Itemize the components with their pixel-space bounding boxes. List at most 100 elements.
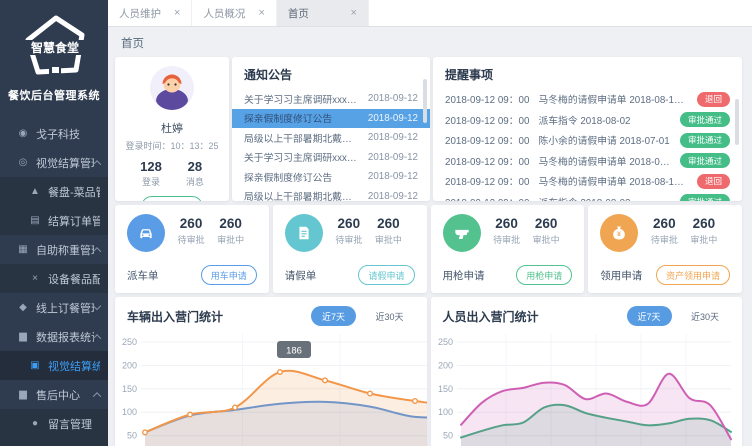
sidebar-item-label: 餐盘-菜品管理 <box>48 184 100 200</box>
leave-doc-icon <box>285 214 323 252</box>
pending-value: 260 <box>335 216 362 231</box>
login-count: 128 登录 <box>140 159 162 188</box>
sidebar-item-report-stats[interactable]: ▆ 数据报表统计 <box>0 322 108 351</box>
reminder-text: 陈小余的请假申请 2018-07-01 <box>538 133 671 147</box>
pending-value: 260 <box>651 216 678 231</box>
status-badge: 审批通过 <box>680 153 730 168</box>
sidebar-item-label: 数据报表统计 <box>36 329 94 345</box>
pending-stat: 260 待审批 <box>335 216 362 246</box>
processing-value: 260 <box>533 216 560 231</box>
sidebar-item-settlement-order[interactable]: ▤ 结算订单管理 <box>0 206 108 235</box>
reminder-text: 派车指令 2018-08-02 <box>538 113 671 127</box>
reminder-row[interactable]: 2018-09-12 09：00 派车指令 2018-08-02 审批通过 <box>433 192 742 202</box>
sidebar-item-label: 线上订餐管理 <box>36 300 94 316</box>
message-icon: ● <box>28 418 42 429</box>
processing-label: 审批中 <box>533 233 560 246</box>
close-icon[interactable]: × <box>258 7 264 19</box>
chart-header: 人员出入营门统计 近7天 近30天 <box>431 297 743 330</box>
sidebar-item-aftersale[interactable]: ▆ 售后中心 <box>0 380 108 409</box>
svg-text:150: 150 <box>437 384 452 394</box>
stat-card-numbers: 260 待审批 260 审批中 <box>323 216 415 246</box>
tab[interactable]: 人员维护 × <box>108 0 192 26</box>
notice-row[interactable]: 关于学习习主席调研xxx时发表的重要讲话... 2018-09-12 <box>232 89 430 109</box>
sidebar-item-label: 结算订单管理 <box>48 213 100 229</box>
vision-settlement-icon: ◎ <box>16 157 30 168</box>
close-icon[interactable]: × <box>174 7 180 19</box>
notices-scrollbar[interactable] <box>423 79 427 123</box>
sidebar-item-refund[interactable]: ◔ 退款申请 <box>0 438 108 446</box>
reminders-list: 2018-09-12 09：00 马冬梅的请假申请单 2018-08-10 审批… <box>433 89 742 201</box>
stat-card-numbers: 260 待审批 260 审批中 <box>481 216 573 246</box>
notice-row[interactable]: 关于学习习主席调研xxx时发表的重要讲话... 2018-09-12 <box>232 148 430 168</box>
dashboard-page: 智慧食堂 餐饮后台管理系统 ◉ 戈子科技 ◎ 视觉结算管理 ▲ 餐盘-菜品管理 … <box>0 0 752 446</box>
apply-button[interactable]: 请假申请 <box>358 265 414 285</box>
tab[interactable]: 首页 × <box>277 0 369 26</box>
stat-card: 260 待审批 260 审批中 派车单 用车申请 <box>115 205 269 293</box>
processing-stat: 260 审批中 <box>533 216 560 246</box>
change-password-button[interactable]: 修改密码 <box>141 196 203 201</box>
pending-value: 260 <box>493 216 520 231</box>
range-30d-button[interactable]: 近30天 <box>680 306 730 326</box>
range-7d-button[interactable]: 近7天 <box>311 306 356 326</box>
weighing-icon: ▦ <box>16 244 30 255</box>
pending-label: 待审批 <box>335 233 362 246</box>
svg-text:100: 100 <box>122 407 137 417</box>
chart-title: 人员出入营门统计 <box>443 308 539 325</box>
notice-date: 2018-09-12 <box>368 93 418 104</box>
sidebar-item-visual-stats[interactable]: ▣ 视觉结算统计 <box>0 351 108 380</box>
sidebar-item-message[interactable]: ● 留言管理 <box>0 409 108 438</box>
sidebar-item-vision-settlement[interactable]: ◎ 视觉结算管理 <box>0 148 108 177</box>
tab[interactable]: 人员概况 × <box>192 0 276 26</box>
stat-card: 260 待审批 260 审批中 请假单 请假申请 <box>273 205 427 293</box>
visual-stats-icon: ▣ <box>28 360 42 371</box>
notice-text: 探亲假制度修订公告 <box>244 111 360 125</box>
pending-value: 260 <box>178 216 205 231</box>
login-time: 登录时间：10：13：25 <box>115 139 229 152</box>
tab-label: 人员概况 <box>203 6 245 21</box>
notice-row[interactable]: 局级以上干部暑期北戴河度假通知 2018-09-12 <box>232 187 430 202</box>
reminder-text: 派车指令 2018-08-02 <box>538 195 671 201</box>
login-count-value: 128 <box>140 159 162 174</box>
logo-mark-icon: 智慧食堂 <box>16 14 92 80</box>
sidebar-item-label: 设备餐品配置 <box>48 271 100 287</box>
status-badge: 退回 <box>697 92 730 107</box>
sidebar-item-device-config[interactable]: × 设备餐品配置 <box>0 264 108 293</box>
reminders-scrollbar[interactable] <box>735 99 739 145</box>
reminders-panel: 提醒事项 2018-09-12 09：00 马冬梅的请假申请单 2018-08-… <box>433 57 742 201</box>
content: 杜婷 登录时间：10：13：25 128 登录 28 消息 修改密码 <box>108 57 752 446</box>
close-icon[interactable]: × <box>350 7 356 19</box>
svg-text:200: 200 <box>437 360 452 370</box>
reminder-row[interactable]: 2018-09-12 09：00 马冬梅的请假申请单 2018-08-10 审批… <box>433 171 742 192</box>
chart-title: 车辆出入营门统计 <box>127 308 223 325</box>
apply-button[interactable]: 用车申请 <box>201 265 257 285</box>
notice-row[interactable]: 局级以上干部暑期北戴河度假通知 2018-09-12 <box>232 128 430 148</box>
sidebar-item-self-weighing[interactable]: ▦ 自助称重管理 <box>0 235 108 264</box>
reminder-time: 2018-09-12 09：00 <box>445 195 529 201</box>
stat-cards-row: 260 待审批 260 审批中 派车单 用车申请 260 待审批 <box>115 205 742 293</box>
apply-button[interactable]: 资产领用申请 <box>656 265 730 285</box>
svg-text:50: 50 <box>442 431 452 441</box>
reminder-row[interactable]: 2018-09-12 09：00 马冬梅的请假申请单 2018-08-10 审批… <box>433 151 742 172</box>
notice-row[interactable]: 探亲假制度修订公告 2018-09-12 <box>232 109 430 129</box>
reminder-time: 2018-09-12 09：00 <box>445 154 529 168</box>
range-30d-button[interactable]: 近30天 <box>364 306 414 326</box>
sidebar-item-company[interactable]: ◉ 戈子科技 <box>0 119 108 148</box>
sidebar-item-plate-dish[interactable]: ▲ 餐盘-菜品管理 <box>0 177 108 206</box>
sidebar-item-label: 售后中心 <box>36 387 80 403</box>
sidebar-item-label: 视觉结算管理 <box>36 155 94 171</box>
notice-row[interactable]: 探亲假制度修订公告 2018-09-12 <box>232 167 430 187</box>
stat-card-bottom: 派车单 用车申请 <box>127 265 257 285</box>
money-bag-icon: ¥ <box>600 214 638 252</box>
sidebar-item-online-order[interactable]: ◆ 线上订餐管理 <box>0 293 108 322</box>
processing-value: 260 <box>690 216 717 231</box>
reminder-row[interactable]: 2018-09-12 09：00 派车指令 2018-08-02 审批通过 <box>433 110 742 131</box>
range-7d-button[interactable]: 近7天 <box>627 306 672 326</box>
reminder-row[interactable]: 2018-09-12 09：00 马冬梅的请假申请单 2018-08-10 审批… <box>433 89 742 110</box>
reminder-row[interactable]: 2018-09-12 09：00 陈小余的请假申请 2018-07-01 审批通… <box>433 130 742 151</box>
reminders-title: 提醒事项 <box>433 57 742 89</box>
svg-text:150: 150 <box>122 384 137 394</box>
range-group: 近7天 近30天 <box>623 306 730 326</box>
apply-button[interactable]: 用枪申请 <box>516 265 572 285</box>
reminder-text: 马冬梅的请假申请单 2018-08-10 <box>538 154 671 168</box>
pending-stat: 260 待审批 <box>493 216 520 246</box>
